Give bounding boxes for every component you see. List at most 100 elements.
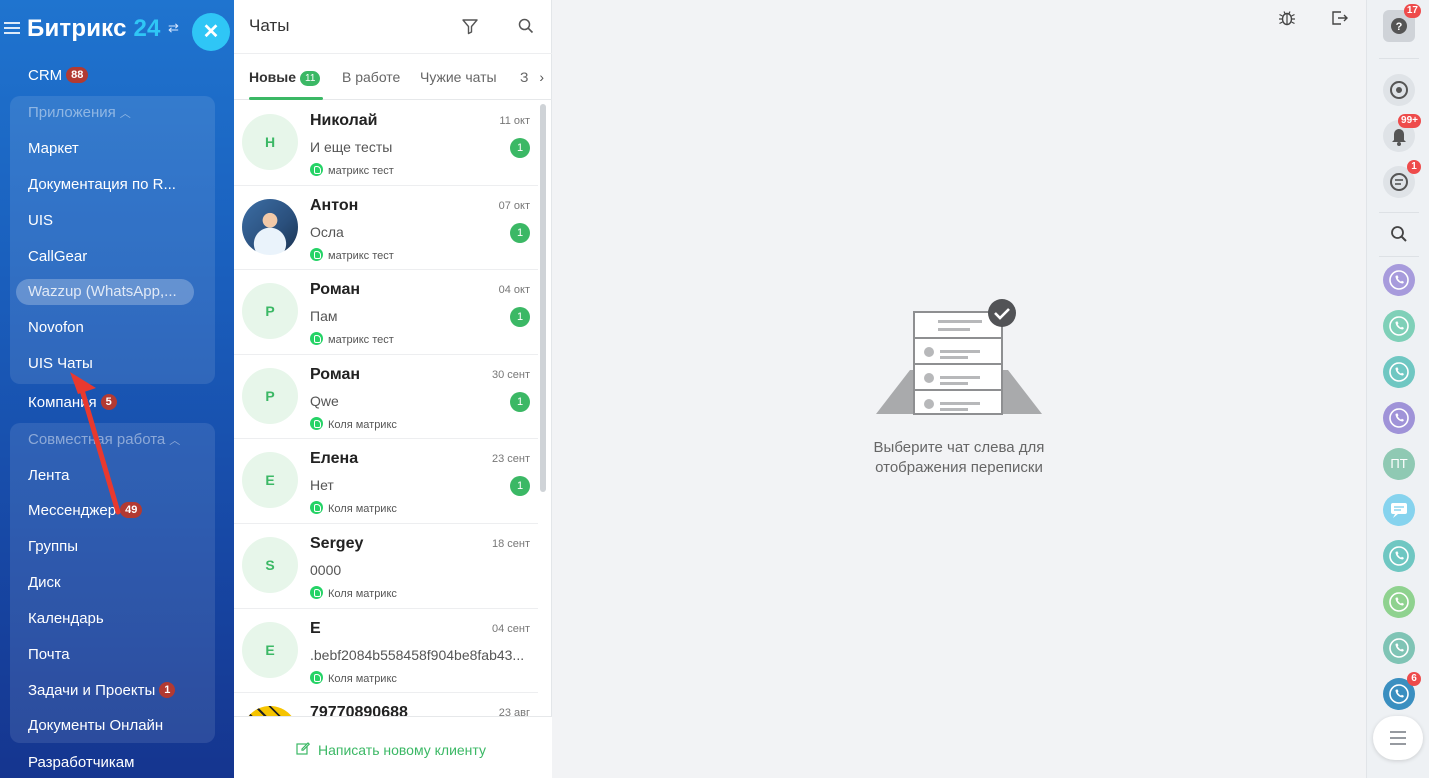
search-icon[interactable]	[516, 16, 536, 36]
sidebar-item-calendar[interactable]: Календарь	[28, 608, 104, 630]
messages-button[interactable]: 1	[1383, 160, 1421, 198]
counter-badge: 49	[120, 502, 143, 518]
chevron-right-icon[interactable]: ›	[539, 69, 544, 85]
contact-avatar[interactable]: ПТ	[1383, 448, 1415, 480]
sidebar-item-disk[interactable]: Диск	[28, 572, 61, 594]
chat-list-item[interactable]: 79770890688 23 авг	[234, 693, 538, 716]
sidebar-item-developers[interactable]: Разработчикам	[28, 752, 134, 774]
chat-list-scrollbar[interactable]	[540, 104, 546, 492]
sidebar-item-feed[interactable]: Лента	[28, 465, 70, 487]
call-button-viber[interactable]	[1383, 402, 1415, 434]
chat-date: 07 окт	[498, 199, 530, 212]
unread-count-badge: 1	[510, 138, 530, 158]
menu-icon[interactable]	[4, 22, 20, 34]
call-button[interactable]	[1383, 310, 1415, 342]
chat-list-item[interactable]: Р Роман 04 окт Пам 1 матрикс тест	[234, 270, 538, 355]
chat-source-label: матрикс тест	[328, 165, 394, 177]
avatar: Р	[242, 367, 298, 424]
sidebar-item-uis[interactable]: UIS	[28, 210, 53, 232]
tab-new[interactable]: Новые 11	[249, 69, 321, 86]
sidebar-item-callgear[interactable]: CallGear	[28, 246, 87, 268]
empty-hint-line: отображения переписки	[875, 459, 1043, 476]
search-icon	[1391, 226, 1407, 242]
tab-foreign-chats[interactable]: Чужие чаты	[420, 69, 497, 85]
close-panel-button[interactable]: ✕	[192, 13, 230, 51]
chat-list-item[interactable]: Антон 07 окт Осла 1 матрикс тест	[234, 186, 538, 271]
chat-source: Коля матрикс	[310, 501, 397, 515]
sidebar-item-uis-chats[interactable]: UIS Чаты	[28, 353, 93, 375]
call-button[interactable]	[1383, 632, 1415, 664]
chat-source-label: Коля матрикс	[328, 672, 397, 685]
collab-group-title[interactable]: Совместная работа ︿	[28, 429, 180, 451]
chat-name: Антон	[310, 196, 359, 214]
sidebar-item-label: Мессенджер	[28, 502, 117, 519]
phone-icon	[1389, 270, 1409, 290]
whatsapp-icon	[310, 416, 323, 430]
tab-label: Новые	[249, 69, 297, 85]
sidebar-item-label: Лента	[28, 467, 70, 484]
empty-chat-hint: Выберите чат слева для отображения переп…	[833, 438, 1085, 478]
chat-last-message: Пам	[310, 308, 338, 325]
logo-number: 24	[133, 15, 161, 42]
sidebar-item-groups[interactable]: Группы	[28, 536, 78, 558]
chat-name: Николай	[310, 112, 378, 129]
call-button[interactable]	[1383, 356, 1415, 388]
sidebar-item-documentation[interactable]: Документация по R...	[28, 174, 176, 196]
messages-badge: 1	[1407, 160, 1421, 174]
chat-list-item[interactable]: Н Николай 11 окт И еще тесты 1 матрикс т…	[234, 101, 538, 186]
apps-group-title[interactable]: Приложения ︿	[28, 102, 131, 124]
chevron-up-icon: ︿	[169, 435, 181, 447]
sidebar-item-market[interactable]: Маркет	[28, 138, 79, 160]
expand-list-button[interactable]	[1373, 716, 1423, 760]
edit-icon	[296, 741, 311, 758]
call-button[interactable]: 6	[1383, 672, 1421, 710]
chat-list-item[interactable]: Е Е 04 сент .bebf2084b558458f904be8fab43…	[234, 609, 538, 694]
counter-badge: 88	[66, 67, 89, 83]
notifications-badge: 99+	[1398, 114, 1421, 128]
phone-icon	[1389, 592, 1409, 612]
chat-last-message: Нет	[310, 477, 334, 494]
tab-in-progress[interactable]: В работе	[342, 69, 400, 85]
sidebar-item-novofon[interactable]: Novofon	[28, 317, 84, 339]
target-icon	[1390, 81, 1408, 99]
chat-list-item[interactable]: Е Елена 23 сент Нет 1 Коля матрикс	[234, 439, 538, 524]
empty-chat-illustration	[876, 299, 1042, 415]
search-button[interactable]	[1383, 218, 1415, 250]
openline-button[interactable]	[1383, 494, 1415, 526]
switch-icon[interactable]: ⇄	[168, 20, 182, 35]
chat-date: 11 окт	[499, 115, 530, 127]
sidebar-item-mail[interactable]: Почта	[28, 644, 70, 666]
sidebar-item-tasks[interactable]: Задачи и Проекты 1	[28, 680, 176, 702]
chat-list-item[interactable]: Р Роман 30 сент Qwe 1 Коля матрикс	[234, 355, 538, 440]
bitrix24-logo[interactable]: Битрикс 24	[27, 15, 161, 43]
sidebar-item-messenger[interactable]: Мессенджер 49	[28, 500, 143, 522]
logout-icon[interactable]	[1329, 8, 1349, 28]
new-client-bar: Написать новому клиенту	[234, 716, 552, 778]
chat-last-message: И еще тесты	[310, 139, 393, 155]
write-new-client-button[interactable]: Написать новому клиенту	[296, 741, 486, 758]
whatsapp-icon	[310, 247, 323, 261]
sidebar-item-wazzup[interactable]: Wazzup (WhatsApp,...	[28, 281, 177, 303]
chat-last-message: 0000	[310, 561, 342, 578]
sidebar-item-company[interactable]: Компания 5	[28, 392, 117, 414]
stream-button[interactable]	[1383, 74, 1415, 106]
whatsapp-icon	[310, 585, 323, 599]
empty-hint-line: Выберите чат слева для	[873, 439, 1045, 456]
help-button[interactable]: ? 17	[1383, 4, 1421, 42]
bug-icon[interactable]	[1277, 8, 1297, 28]
call-button[interactable]	[1383, 540, 1415, 572]
counter-badge: 1	[159, 682, 176, 698]
chat-list-item[interactable]: S Sergey 18 сент 0000 Коля матрикс	[234, 524, 538, 609]
chats-title: Чаты	[249, 16, 290, 35]
chat-source: матрикс тест	[310, 163, 394, 177]
whatsapp-icon	[310, 332, 323, 346]
call-button-viber[interactable]	[1383, 264, 1415, 296]
tab-more[interactable]: З	[520, 69, 528, 85]
sidebar-item-crm[interactable]: CRM 88	[28, 65, 89, 87]
sidebar-item-docs-online[interactable]: Документы Онлайн	[28, 715, 163, 737]
filter-icon[interactable]	[460, 16, 480, 36]
avatar	[242, 198, 298, 255]
call-button[interactable]	[1383, 586, 1415, 618]
notifications-button[interactable]: 99+	[1383, 114, 1421, 152]
avatar: S	[242, 536, 298, 593]
